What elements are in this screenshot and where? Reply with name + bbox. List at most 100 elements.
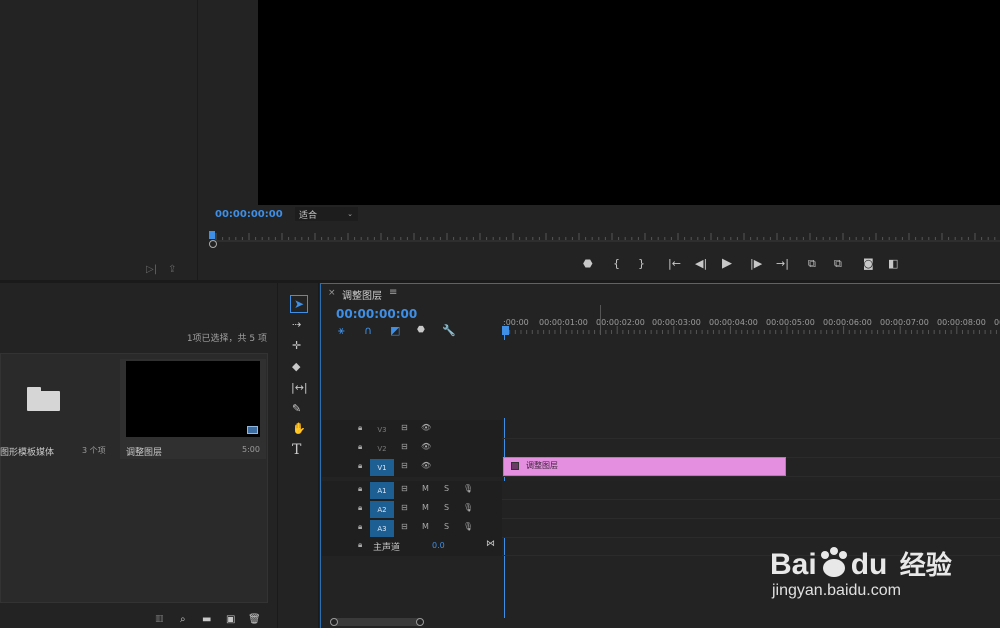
lift-icon[interactable]: ⧉ — [808, 258, 816, 269]
lock-icon[interactable]: 🔒︎ — [358, 423, 362, 433]
new-bin-icon[interactable]: ▬ — [202, 615, 211, 625]
watermark-url: jingyan.baidu.com — [772, 582, 901, 599]
fit-dropdown-label: 适合 — [299, 210, 318, 221]
timeline-title[interactable]: 调整图层 — [342, 287, 382, 302]
program-ruler[interactable] — [210, 228, 1000, 244]
lock-icon[interactable]: 🔒︎ — [358, 522, 362, 532]
mute-button[interactable]: M — [422, 484, 429, 493]
timeline-timecode[interactable]: 00:00:00:00 — [336, 307, 417, 321]
play-icon[interactable]: ▶ — [722, 257, 732, 270]
audio-icon[interactable]: ▷| — [146, 265, 157, 275]
sync-lock-icon[interactable]: ⊟ — [401, 484, 408, 493]
wrench-icon[interactable]: 🔧 — [442, 325, 456, 336]
track-target-toggle[interactable]: A2 — [370, 501, 394, 518]
track-target-toggle[interactable]: V2 — [370, 440, 394, 457]
track-target-toggle[interactable]: V3 — [370, 421, 394, 438]
playhead-knob-icon[interactable] — [209, 240, 217, 248]
project-item-folder[interactable]: 图形模板媒体 3 个项 — [0, 359, 115, 459]
ruler-label: 00:00:05:00 — [766, 318, 815, 327]
sync-lock-icon[interactable]: ⊟ — [401, 442, 408, 451]
razor-tool-icon[interactable]: ◆ — [292, 361, 300, 372]
track-header: 🔒︎ A1 ⊟ M S 🎙︎ — [322, 481, 502, 500]
sync-lock-icon[interactable]: ⊟ — [401, 522, 408, 531]
timeline-clip[interactable]: 调整图层 — [503, 457, 786, 476]
lock-icon[interactable]: 🔒︎ — [358, 461, 362, 471]
lock-icon[interactable]: 🔒︎ — [358, 442, 362, 452]
track-row-v2[interactable]: 🔒︎ V2 ⊟ 👁︎ — [322, 439, 1000, 458]
mute-button[interactable]: M — [422, 522, 429, 531]
mark-out-icon[interactable]: } — [638, 258, 645, 269]
scroll-handle-left[interactable] — [330, 618, 338, 626]
mute-button[interactable]: M — [422, 503, 429, 512]
solo-button[interactable]: S — [444, 503, 449, 512]
export-icon[interactable]: ⇪ — [168, 265, 176, 275]
ruler-label: 00:00:02:00 — [596, 318, 645, 327]
go-to-end-icon[interactable]: ⋈ — [486, 540, 495, 549]
track-row-v3[interactable]: 🔒︎ V3 ⊟ 👁︎ — [322, 420, 1000, 439]
track-target-toggle[interactable]: V1 — [370, 459, 394, 476]
nest-icon[interactable]: ⚹ — [338, 325, 345, 336]
program-timecode[interactable]: 00:00:00:00 — [215, 209, 283, 220]
step-forward-icon[interactable]: |▶ — [750, 258, 762, 269]
sync-lock-icon[interactable]: ⊟ — [401, 423, 408, 432]
type-tool-icon[interactable]: T — [292, 443, 301, 457]
timeline-playhead[interactable] — [502, 326, 509, 335]
track-row-a1[interactable]: 🔒︎ A1 ⊟ M S 🎙︎ — [322, 481, 1000, 500]
add-marker-icon[interactable]: ⬣ — [417, 326, 425, 335]
lock-icon[interactable]: 🔒︎ — [358, 503, 362, 513]
linked-selection-icon[interactable]: ◩ — [390, 325, 400, 336]
sync-lock-icon[interactable]: ⊟ — [401, 503, 408, 512]
hand-tool-icon[interactable]: ✋ — [292, 423, 306, 434]
eye-icon[interactable]: 👁︎ — [421, 442, 431, 451]
extract-icon[interactable]: ⧉ — [834, 258, 842, 269]
master-volume[interactable]: 0.0 — [432, 541, 445, 550]
lock-icon[interactable]: 🔒︎ — [358, 540, 362, 550]
lock-icon[interactable]: 🔒︎ — [358, 484, 362, 494]
scroll-handle-right[interactable] — [416, 618, 424, 626]
new-item-icon[interactable]: ▣ — [226, 615, 235, 625]
microphone-icon[interactable]: 🎙︎ — [463, 522, 473, 531]
track-select-tool-icon[interactable]: ⇢ — [292, 319, 301, 330]
ruler-label: 00:00:01:00 — [539, 318, 588, 327]
go-to-out-icon[interactable]: →| — [776, 258, 789, 269]
source-panel — [0, 0, 198, 280]
pen-tool-icon[interactable]: ✎ — [292, 403, 301, 414]
export-frame-icon[interactable]: ◙ — [863, 258, 874, 269]
project-panel: 1项已选择，共 5 项 图形模板媒体 3 个项 调整图层 5:00 ▥ ⌕ ▬ … — [0, 283, 278, 628]
microphone-icon[interactable]: 🎙︎ — [463, 503, 473, 512]
trash-icon[interactable]: 🗑 — [248, 615, 261, 625]
playhead-icon[interactable] — [209, 231, 215, 239]
search-icon[interactable]: ⌕ — [180, 615, 186, 625]
selection-tool-icon[interactable]: ➤ — [290, 295, 308, 313]
timeline-menu-icon[interactable]: ≡ — [389, 287, 397, 298]
marker-icon[interactable]: ⬣ — [583, 258, 593, 269]
watermark-brand: Bai du 经验 — [770, 547, 952, 581]
mark-in-icon[interactable]: { — [613, 258, 620, 269]
track-target-toggle[interactable]: A1 — [370, 482, 394, 499]
timeline-close-button[interactable]: × — [328, 288, 336, 298]
track-area-bg — [322, 340, 1000, 418]
ripple-edit-tool-icon[interactable]: ✛ — [292, 340, 301, 351]
track-header: 🔒︎ A2 ⊟ M S 🎙︎ — [322, 500, 502, 519]
timeline-scrollbar[interactable] — [330, 618, 424, 626]
snap-icon[interactable]: ∩ — [364, 325, 372, 336]
eye-icon[interactable]: 👁︎ — [421, 461, 431, 470]
track-target-toggle[interactable]: A3 — [370, 520, 394, 537]
list-view-icon[interactable]: ▥ — [155, 615, 164, 624]
project-item-meta: 5:00 — [242, 445, 260, 454]
fit-dropdown[interactable]: 适合 ⌄ — [295, 207, 358, 221]
ruler-label: 00:00:03:00 — [652, 318, 701, 327]
microphone-icon[interactable]: 🎙︎ — [463, 484, 473, 493]
step-back-icon[interactable]: ◀| — [695, 258, 707, 269]
track-row-a2[interactable]: 🔒︎ A2 ⊟ M S 🎙︎ — [322, 500, 1000, 519]
eye-icon[interactable]: 👁︎ — [421, 423, 431, 432]
project-item-adjustment[interactable]: 调整图层 5:00 — [120, 359, 266, 459]
transport-bar: ⬣ { } |← ◀| ▶ |▶ →| ⧉ ⧉ ◙ ◧ — [578, 256, 908, 272]
solo-button[interactable]: S — [444, 484, 449, 493]
go-to-in-icon[interactable]: |← — [668, 258, 681, 269]
compare-icon[interactable]: ◧ — [888, 258, 898, 269]
solo-button[interactable]: S — [444, 522, 449, 531]
sync-lock-icon[interactable]: ⊟ — [401, 461, 408, 470]
slip-tool-icon[interactable]: |↔| — [291, 382, 308, 393]
track-header: 🔒︎ V2 ⊟ 👁︎ — [322, 439, 502, 458]
